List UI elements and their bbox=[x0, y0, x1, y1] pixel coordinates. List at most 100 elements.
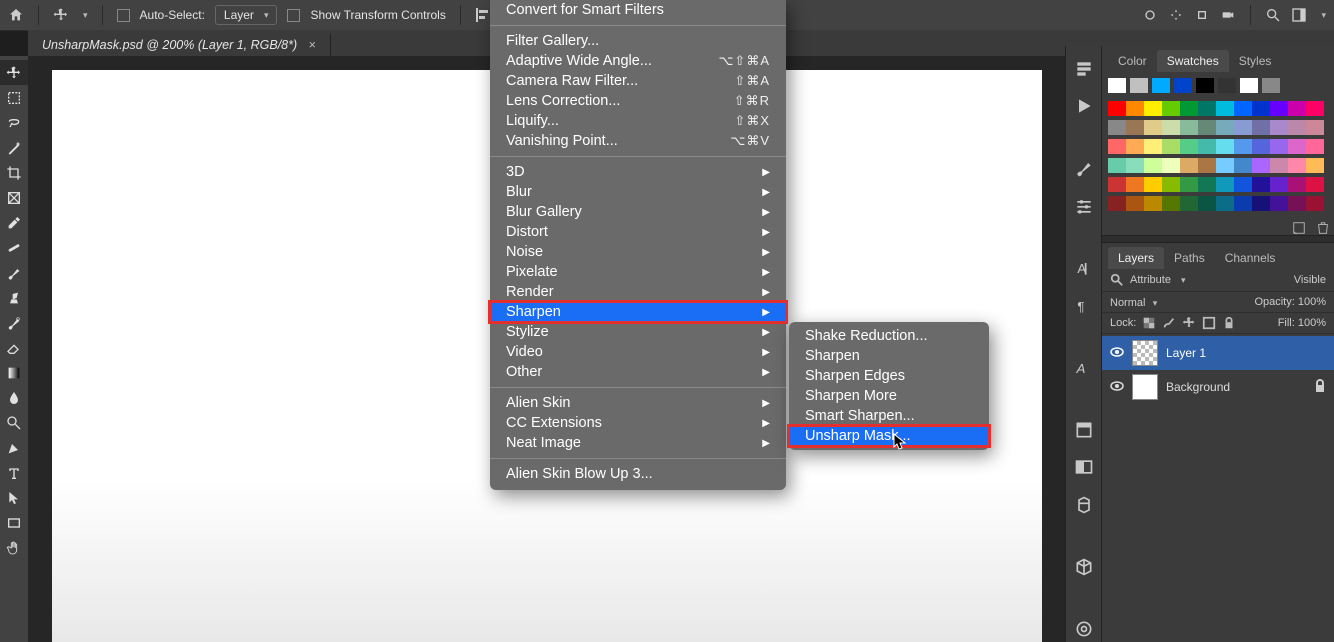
menu-item[interactable]: Video▶ bbox=[490, 342, 786, 362]
swatch[interactable] bbox=[1144, 101, 1162, 116]
layer-thumbnail[interactable] bbox=[1132, 340, 1158, 366]
opacity-value[interactable]: 100% bbox=[1298, 296, 1326, 308]
swatch[interactable] bbox=[1234, 196, 1252, 211]
move-tool-icon[interactable] bbox=[53, 7, 69, 23]
tab-paths[interactable]: Paths bbox=[1164, 247, 1215, 269]
filter-menu[interactable]: Convert for Smart FiltersFilter Gallery.… bbox=[490, 0, 786, 490]
dodge-tool[interactable] bbox=[0, 410, 28, 435]
menu-item[interactable]: 3D▶ bbox=[490, 162, 786, 182]
tab-layers[interactable]: Layers bbox=[1108, 247, 1164, 269]
menu-item[interactable]: Blur Gallery▶ bbox=[490, 202, 786, 222]
menu-item[interactable]: Stylize▶ bbox=[490, 322, 786, 342]
swatch[interactable] bbox=[1126, 139, 1144, 154]
swatch[interactable] bbox=[1288, 158, 1306, 173]
swatch[interactable] bbox=[1126, 158, 1144, 173]
lock-image-icon[interactable] bbox=[1162, 316, 1176, 330]
show-transform-checkbox[interactable] bbox=[287, 9, 300, 22]
move-tool[interactable] bbox=[0, 60, 28, 85]
workspace-icon[interactable] bbox=[1291, 7, 1307, 23]
swatch[interactable] bbox=[1180, 120, 1198, 135]
brushes-panel-icon[interactable] bbox=[1070, 156, 1098, 181]
lock-all-icon[interactable] bbox=[1222, 316, 1236, 330]
swatch[interactable] bbox=[1306, 101, 1324, 116]
submenu-item[interactable]: Smart Sharpen... bbox=[789, 406, 989, 426]
swatch[interactable] bbox=[1130, 78, 1148, 93]
layer-filter-kind[interactable]: Attribute bbox=[1130, 274, 1171, 286]
path-selection-tool[interactable] bbox=[0, 485, 28, 510]
clone-stamp-tool[interactable] bbox=[0, 285, 28, 310]
eraser-tool[interactable] bbox=[0, 335, 28, 360]
lock-position-icon[interactable] bbox=[1182, 316, 1196, 330]
sharpen-submenu[interactable]: Shake Reduction...SharpenSharpen EdgesSh… bbox=[789, 322, 989, 450]
swatch[interactable] bbox=[1198, 101, 1216, 116]
swatch[interactable] bbox=[1198, 158, 1216, 173]
auto-select-checkbox[interactable] bbox=[117, 9, 130, 22]
marquee-tool[interactable] bbox=[0, 85, 28, 110]
actions-panel-icon[interactable] bbox=[1070, 93, 1098, 118]
swatch[interactable] bbox=[1162, 120, 1180, 135]
swatch[interactable] bbox=[1252, 101, 1270, 116]
swatch[interactable] bbox=[1234, 158, 1252, 173]
swatch[interactable] bbox=[1234, 177, 1252, 192]
tab-swatches[interactable]: Swatches bbox=[1157, 50, 1229, 72]
gradient-tool[interactable] bbox=[0, 360, 28, 385]
menu-item[interactable]: Liquify...⇧⌘X bbox=[490, 111, 786, 131]
3d-camera-icon[interactable] bbox=[1220, 7, 1236, 23]
menu-item[interactable]: Other▶ bbox=[490, 362, 786, 382]
healing-brush-tool[interactable] bbox=[0, 235, 28, 260]
tool-dropdown-caret[interactable]: ▾ bbox=[83, 10, 88, 21]
3d-mode-icon[interactable] bbox=[1142, 7, 1158, 23]
swatch[interactable] bbox=[1234, 120, 1252, 135]
swatch[interactable] bbox=[1234, 139, 1252, 154]
glyphs-panel-icon[interactable]: A bbox=[1070, 355, 1098, 380]
workspace-caret[interactable]: ▾ bbox=[1321, 10, 1326, 21]
swatch[interactable] bbox=[1270, 158, 1288, 173]
cc-libraries-icon[interactable] bbox=[1070, 617, 1098, 642]
swatch[interactable] bbox=[1126, 177, 1144, 192]
brush-tool[interactable] bbox=[0, 260, 28, 285]
auto-select-target[interactable]: Layer ▾ bbox=[215, 5, 278, 25]
submenu-item[interactable]: Shake Reduction... bbox=[789, 326, 989, 346]
swatch[interactable] bbox=[1218, 78, 1236, 93]
swatch[interactable] bbox=[1270, 101, 1288, 116]
swatch[interactable] bbox=[1216, 196, 1234, 211]
lock-artboard-icon[interactable] bbox=[1202, 316, 1216, 330]
swatch[interactable] bbox=[1144, 177, 1162, 192]
align-left-icon[interactable] bbox=[475, 7, 491, 23]
layer-name[interactable]: Background bbox=[1166, 380, 1230, 394]
menu-item[interactable]: Blur▶ bbox=[490, 182, 786, 202]
menu-item[interactable]: Pixelate▶ bbox=[490, 262, 786, 282]
swatch[interactable] bbox=[1162, 139, 1180, 154]
swatch[interactable] bbox=[1234, 101, 1252, 116]
swatch[interactable] bbox=[1216, 120, 1234, 135]
menu-item[interactable]: CC Extensions▶ bbox=[490, 413, 786, 433]
swatch[interactable] bbox=[1180, 158, 1198, 173]
menu-item[interactable]: Lens Correction...⇧⌘R bbox=[490, 91, 786, 111]
paragraph-panel-icon[interactable]: ¶ bbox=[1070, 293, 1098, 318]
menu-item[interactable]: Alien Skin▶ bbox=[490, 393, 786, 413]
new-swatch-icon[interactable] bbox=[1292, 221, 1306, 235]
submenu-item[interactable]: Sharpen bbox=[789, 346, 989, 366]
swatch[interactable] bbox=[1108, 196, 1126, 211]
tab-color[interactable]: Color bbox=[1108, 50, 1157, 72]
submenu-item[interactable]: Sharpen More bbox=[789, 386, 989, 406]
swatch[interactable] bbox=[1288, 139, 1306, 154]
close-tab-icon[interactable]: × bbox=[309, 38, 316, 52]
menu-item[interactable]: Sharpen▶ bbox=[490, 302, 786, 322]
properties-panel-icon[interactable] bbox=[1070, 417, 1098, 442]
submenu-item[interactable]: Sharpen Edges bbox=[789, 366, 989, 386]
swatch[interactable] bbox=[1126, 101, 1144, 116]
swatch[interactable] bbox=[1108, 120, 1126, 135]
swatch[interactable] bbox=[1216, 177, 1234, 192]
swatch[interactable] bbox=[1306, 177, 1324, 192]
swatch[interactable] bbox=[1252, 177, 1270, 192]
swatch[interactable] bbox=[1262, 78, 1280, 93]
swatch[interactable] bbox=[1108, 177, 1126, 192]
frame-tool[interactable] bbox=[0, 185, 28, 210]
layer-name[interactable]: Layer 1 bbox=[1166, 346, 1206, 360]
home-icon[interactable] bbox=[8, 7, 24, 23]
swatch[interactable] bbox=[1162, 177, 1180, 192]
swatch[interactable] bbox=[1240, 78, 1258, 93]
swatch[interactable] bbox=[1162, 158, 1180, 173]
type-tool[interactable] bbox=[0, 460, 28, 485]
